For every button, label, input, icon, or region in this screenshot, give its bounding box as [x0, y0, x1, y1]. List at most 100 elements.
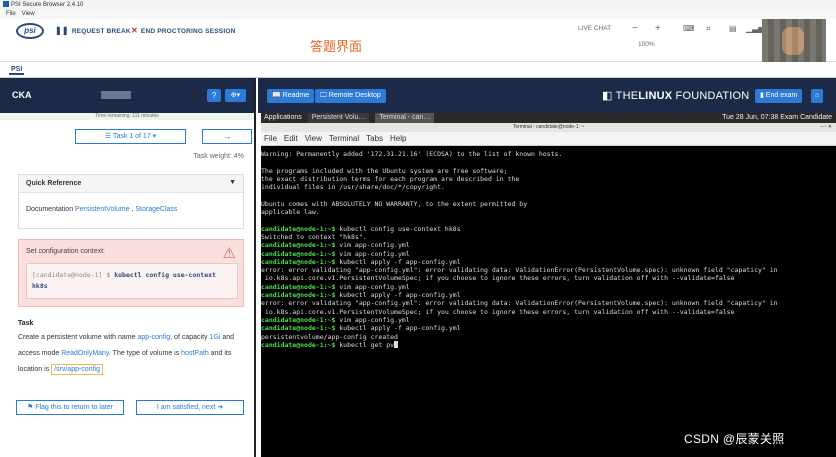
term-menu-help[interactable]: Help [390, 134, 406, 143]
webcam-feed [762, 19, 826, 63]
task-capacity[interactable]: 1Gi [209, 334, 220, 341]
terminal-line-text: vim app-config.yml [335, 241, 410, 250]
end-proctoring-button[interactable]: ✕ END PROCTORING SESSION [131, 26, 235, 35]
next-task-button[interactable]: → [202, 129, 252, 144]
terminal-line: persistentvolume/app-config created [261, 333, 836, 341]
term-menu-tabs[interactable]: Tabs [366, 134, 383, 143]
taskbar-terminal[interactable]: Terminal - can… [375, 113, 435, 123]
terminal-output[interactable]: Warning: Permanently added '172.31.21.16… [261, 146, 836, 457]
satisfied-next-button[interactable]: I am satisfied, next ➜ [136, 400, 244, 415]
terminal-line: candidate@node-1:~$ vim app-config.yml [261, 283, 836, 291]
task-text-1: Create a persistent volume with name [18, 334, 138, 341]
terminal-line: Switched to context "hk8s". [261, 233, 836, 241]
csdn-watermark: CSDN @辰蒙关照 [684, 432, 785, 446]
end-exam-button[interactable]: ▮ End exam [755, 89, 803, 103]
context-command[interactable]: [candidate@node-1] $ kubectl config use-… [26, 263, 238, 299]
task-access-mode[interactable]: ReadOnlyMany [61, 350, 109, 357]
term-menu-file[interactable]: File [264, 134, 277, 143]
terminal-line: applicable law. [261, 208, 836, 216]
proctor-header: psi ❚❚ REQUEST BREAK ✕ END PROCTORING SESS… [0, 19, 836, 63]
terminal-line: candidate@node-1:~$ kubectl config use-c… [261, 225, 836, 233]
flag-button[interactable]: ⚑ Flag this to return to later [16, 400, 124, 415]
terminal-line-text: Switched to context "hk8s". [261, 232, 367, 241]
terminal-line: The programs included with the Ubuntu sy… [261, 167, 836, 175]
task-location[interactable]: /srv/app-config [51, 364, 103, 375]
term-menu-edit[interactable]: Edit [284, 134, 298, 143]
terminal-line-text: kubectl apply -f app-config.yml [335, 324, 461, 333]
terminal-line-text: persistentvolume/app-config created [261, 332, 398, 341]
warning-icon: ⚠ [222, 245, 236, 262]
readme-button[interactable]: 📖 Readme [267, 89, 315, 103]
terminal-line-text: Ubuntu comes with ABSOLUTELY NO WARRANTY… [261, 199, 528, 208]
terminal-prompt: candidate@node-1:~$ [261, 249, 336, 258]
keyboard-icon[interactable]: ⌨ [683, 24, 695, 33]
terminal-line-text: error: error validating "app-config.yml"… [261, 266, 778, 275]
document-icon[interactable]: ▤ [729, 24, 737, 33]
lf-linux: LINUX [638, 90, 673, 102]
clock-text: Tue 28 Jun, 07:38 [722, 114, 779, 121]
taskbar-clock: Tue 28 Jun, 07:38 Exam Candidate [722, 113, 832, 123]
calculator-icon[interactable]: ⌗ [706, 24, 711, 34]
zoom-in-button[interactable]: + [655, 23, 661, 34]
home-button[interactable]: ⌂ [811, 89, 824, 103]
terminal-prompt: candidate@node-1:~$ [261, 224, 336, 233]
link-persistentvolume[interactable]: PersistentVolume [75, 206, 129, 213]
task-heading: Task [18, 320, 34, 327]
applications-menu[interactable]: Applications [264, 114, 302, 121]
request-break-button[interactable]: ❚❚ REQUEST BREAK [55, 26, 131, 35]
link-storageclass[interactable]: StorageClass [135, 206, 177, 213]
exam-panel-header: CKA ? ⊕▾ [0, 78, 254, 113]
terminal-line-text: kubectl get pv [335, 340, 395, 349]
window-controls-icon[interactable]: – ▫ ✕ [820, 123, 832, 132]
menu-view[interactable]: View [22, 11, 35, 17]
terminal-line-text: kubectl config use-context hk8s [335, 224, 461, 233]
terminal-line-text: the exact distribution terms for each pr… [261, 174, 520, 183]
terminal-menubar: File Edit View Terminal Tabs Help [261, 132, 836, 146]
quick-reference-header[interactable]: Quick Reference ▼ [19, 175, 243, 193]
settings-button[interactable]: ⊕▾ [225, 89, 246, 102]
remote-panel-header: 📖 Readme 🖵 Remote Desktop ◧ THELINUX FOU… [258, 78, 836, 113]
app-icon [3, 1, 9, 8]
tab-psi[interactable]: PSI [9, 66, 25, 75]
terminal-prompt: candidate@node-1:~$ [261, 282, 336, 291]
term-menu-view[interactable]: View [305, 134, 322, 143]
zoom-out-button[interactable]: − [632, 23, 638, 34]
live-chat-button[interactable]: LIVE CHAT [578, 25, 611, 32]
candidate-id-redacted [101, 91, 131, 99]
terminal-line: candidate@node-1:~$ vim app-config.yml [261, 250, 836, 258]
context-box: Set configuration context: ⚠ [candidate@… [18, 239, 244, 307]
remote-desktop-button[interactable]: 🖵 Remote Desktop [315, 89, 386, 103]
task-selector[interactable]: ☰ Task 1 of 17 ▾ [75, 129, 186, 144]
help-button[interactable]: ? [207, 89, 221, 102]
task-pv-name[interactable]: app-config [137, 334, 170, 341]
terminal-line-text: io.k8s.api.core.v1.PersistentVolumeSpec;… [261, 307, 735, 316]
terminal-prompt: candidate@node-1:~$ [261, 324, 336, 333]
terminal-line-text: vim app-config.yml [335, 282, 410, 291]
terminal-line: candidate@node-1:~$ kubectl apply -f app… [261, 291, 836, 299]
window-title: PSI Secure Browser 2.4.10 [11, 2, 84, 8]
menu-file[interactable]: File [6, 11, 16, 17]
task-volume-type[interactable]: hostPath [181, 350, 209, 357]
time-remaining: Time remaining: 111 minutes [0, 113, 254, 120]
term-menu-terminal[interactable]: Terminal [329, 134, 359, 143]
terminal-prompt: candidate@node-1:~$ [261, 257, 336, 266]
lf-the: THE [615, 90, 639, 102]
user-name[interactable]: Exam Candidate [780, 114, 832, 121]
terminal-prompt: candidate@node-1:~$ [261, 315, 336, 324]
lf-logo-mark: ◧ [602, 90, 616, 102]
task-weight: Task weight: 4% [193, 153, 244, 160]
taskbar-firefox[interactable]: Persistent Volu… [307, 113, 370, 123]
terminal-line-text: io.k8s.api.core.v1.PersistentVolumeSpec;… [261, 274, 735, 283]
lf-foundation: FOUNDATION [672, 90, 750, 102]
documentation-label: Documentation [26, 206, 74, 213]
terminal-line-text: vim app-config.yml [335, 249, 410, 258]
terminal-line-text: vim app-config.yml [335, 315, 410, 324]
terminal-line: candidate@node-1:~$ kubectl apply -f app… [261, 258, 836, 266]
terminal-line-text: The programs included with the Ubuntu sy… [261, 166, 508, 175]
terminal-line: io.k8s.api.core.v1.PersistentVolumeSpec;… [261, 308, 836, 316]
terminal-line: Ubuntu comes with ABSOLUTELY NO WARRANTY… [261, 200, 836, 208]
terminal-line-text: kubectl apply -f app-config.yml [335, 257, 461, 266]
